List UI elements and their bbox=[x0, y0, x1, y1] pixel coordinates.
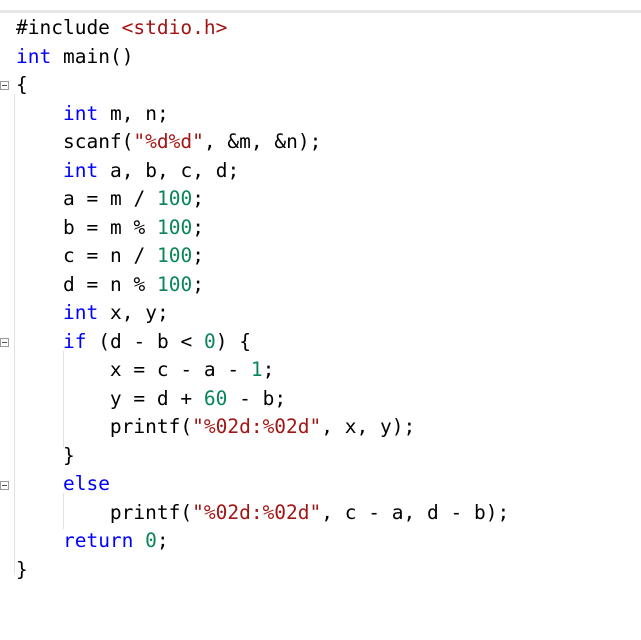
code-line-text: printf("%02d:%02d", x, y); bbox=[109, 415, 416, 438]
code-line[interactable]: else bbox=[0, 470, 641, 499]
code-line[interactable]: d = n % 100; bbox=[0, 271, 641, 300]
code-line[interactable]: #include <stdio.h> bbox=[0, 14, 641, 43]
code-line-text: d = n % 100; bbox=[62, 272, 204, 296]
code-line[interactable]: } bbox=[0, 442, 641, 471]
code-line-text: int main() bbox=[16, 44, 134, 68]
code-line-text: if (d - b < 0) { bbox=[62, 329, 251, 353]
code-line[interactable]: return 0; bbox=[0, 527, 641, 556]
code-line-text: a = m / 100; bbox=[62, 187, 204, 210]
code-line-text: } bbox=[62, 443, 75, 467]
code-line-text: { bbox=[16, 73, 28, 96]
code-line-text: else bbox=[62, 472, 110, 495]
code-line-text: x = c - a - 1; bbox=[109, 358, 275, 381]
code-line-text: b = m % 100; bbox=[62, 215, 204, 239]
code-line-text: #include <stdio.h> bbox=[16, 16, 228, 39]
code-line[interactable]: } bbox=[0, 556, 641, 585]
code-line[interactable]: if (d - b < 0) { bbox=[0, 328, 641, 357]
code-line[interactable]: x = c - a - 1; bbox=[0, 356, 641, 385]
code-line[interactable]: int m, n; bbox=[0, 100, 641, 129]
code-line-text: c = n / 100; bbox=[62, 244, 204, 267]
code-line[interactable]: int main() bbox=[0, 43, 641, 72]
code-line-text: printf("%02d:%02d", c - a, d - b); bbox=[109, 500, 510, 524]
code-line-text: scanf("%d%d", &m, &n); bbox=[62, 130, 322, 153]
code-line-text: int m, n; bbox=[62, 101, 169, 125]
code-line-text: int x, y; bbox=[62, 301, 169, 324]
code-line[interactable]: int x, y; bbox=[0, 299, 641, 328]
code-line[interactable]: int a, b, c, d; bbox=[0, 157, 641, 186]
code-line-text: return 0; bbox=[62, 529, 169, 552]
code-line[interactable]: scanf("%d%d", &m, &n); bbox=[0, 128, 641, 157]
code-line[interactable]: { bbox=[0, 71, 641, 100]
code-line[interactable]: a = m / 100; bbox=[0, 185, 641, 214]
code-line-text: int a, b, c, d; bbox=[62, 158, 240, 182]
code-line-text: y = d + 60 - b; bbox=[109, 386, 287, 410]
code-line-text: } bbox=[16, 557, 28, 581]
code-line[interactable]: c = n / 100; bbox=[0, 242, 641, 271]
code-line[interactable]: printf("%02d:%02d", c - a, d - b); bbox=[0, 499, 641, 528]
code-editor[interactable]: #include <stdio.h> int main(){ int m, n; … bbox=[0, 12, 641, 640]
code-line[interactable]: printf("%02d:%02d", x, y); bbox=[0, 413, 641, 442]
code-line[interactable]: b = m % 100; bbox=[0, 214, 641, 243]
code-line[interactable]: y = d + 60 - b; bbox=[0, 385, 641, 414]
